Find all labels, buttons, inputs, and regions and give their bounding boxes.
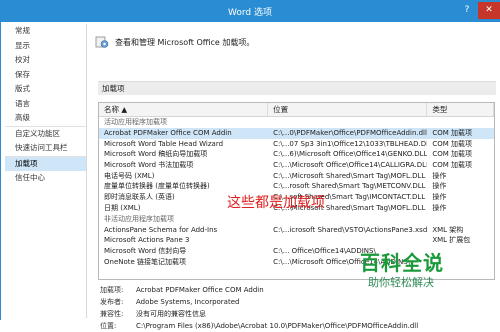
addin-location-cell bbox=[268, 235, 427, 246]
addin-name-cell: 电话号码 (XML) bbox=[104, 171, 155, 180]
detail-label: 加载项: bbox=[100, 286, 124, 294]
addin-name-cell: Microsoft Word 书法加载项 bbox=[104, 161, 194, 170]
addin-name-cell: Microsoft Word Table Head Wizard bbox=[104, 139, 224, 148]
nav-item[interactable]: 自定义功能区 bbox=[5, 125, 86, 142]
column-type-header[interactable]: 类型 bbox=[427, 103, 494, 116]
column-location-header[interactable]: 位置 bbox=[268, 103, 428, 116]
table-row[interactable]: Microsoft Word Table Head Wizard C:\...07… bbox=[99, 139, 494, 150]
nav-item[interactable]: 保存 bbox=[5, 68, 86, 83]
table-row[interactable]: Acrobat PDFMaker Office COM Addin C:\...0… bbox=[99, 128, 494, 139]
addin-name-cell: Acrobat PDFMaker Office COM Addin bbox=[104, 129, 232, 137]
addin-name-cell: OneNote 链接笔记加载项 bbox=[104, 257, 187, 266]
help-icon[interactable]: ? bbox=[458, 3, 476, 18]
column-name-header[interactable]: 名称 ▲ bbox=[99, 103, 269, 116]
detail-row: 发布者: Adobe Systems, Incorporated bbox=[98, 296, 496, 308]
nav-item[interactable]: 校对 bbox=[5, 53, 86, 68]
nav-item[interactable]: 常规 bbox=[5, 24, 86, 39]
addin-name-cell: ActionsPane Schema for Add-Ins bbox=[104, 225, 218, 234]
nav-item[interactable]: 显示 bbox=[5, 39, 86, 54]
nav-item[interactable]: 版式 bbox=[5, 82, 86, 97]
watermark-subtitle: 助你轻松解决 bbox=[368, 276, 434, 289]
table-row[interactable]: Microsoft Word 书法加载项 C:\...\Microsoft Off… bbox=[99, 160, 494, 171]
addin-name-cell: Microsoft Word 信封向导 bbox=[104, 246, 187, 255]
detail-row: 兼容性: 没有可用的兼容性信息 bbox=[98, 308, 496, 320]
addin-name-cell: 度量单位转换器 (度量单位转换器) bbox=[104, 182, 210, 191]
addin-type-cell: XML 扩展包 bbox=[432, 236, 471, 245]
detail-row: 加载项: Acrobat PDFMaker Office COM Addin bbox=[98, 284, 496, 296]
detail-value: Adobe Systems, Incorporated bbox=[136, 298, 240, 306]
addin-location-cell: C:\...icrosoft Shared\VSTO\ActionsPane3.… bbox=[273, 225, 428, 234]
window-title: Word 选项 bbox=[228, 8, 272, 18]
addin-location-cell: C:\...6)\Microsoft Office\Office14\GENKO… bbox=[273, 150, 428, 159]
addin-details: 加载项: Acrobat PDFMaker Office COM Addin 发布者… bbox=[98, 284, 496, 332]
nav-item[interactable]: 语言 bbox=[5, 97, 86, 112]
addin-location-cell: C:\...\Microsoft Office\Office14\CALLIGR… bbox=[273, 161, 428, 170]
addin-type-cell: COM 加载项 bbox=[432, 129, 472, 137]
detail-label: 位置: bbox=[100, 322, 117, 330]
nav-item[interactable]: 快速访问工具栏 bbox=[5, 141, 86, 156]
group-label: 非活动应用程序加载项 bbox=[104, 214, 174, 223]
nav-item[interactable]: 信任中心 bbox=[5, 171, 86, 186]
annotation-overlay: 这些都是加载项 bbox=[227, 195, 325, 211]
addin-location-cell: C:\...0\PDFMaker\Office\PDFMOfficeAddin.… bbox=[273, 129, 427, 137]
options-nav: 常规 显示 校对 保存 版式 语言 高级 自定义功能区 快速访问工具栏 加载项 信任中心 bbox=[5, 24, 87, 318]
addin-type-cell: 操作 bbox=[432, 193, 447, 202]
nav-item[interactable]: 加载项 bbox=[5, 155, 86, 171]
table-row[interactable]: Microsoft Word 稿纸向导加载项 C:\...6)\Microsoft… bbox=[99, 149, 494, 160]
detail-label: 兼容性: bbox=[100, 310, 124, 318]
group-label: 活动应用程序加载项 bbox=[104, 118, 167, 126]
addin-type-cell: COM 加载项 bbox=[432, 161, 472, 170]
addin-location-cell: C:\...07 Sp3 3in1\Office12\1033\TBLHEAD.… bbox=[273, 139, 428, 148]
table-header: 名称 ▲ 位置 类型 bbox=[99, 103, 494, 117]
addin-type-cell: XML 架构 bbox=[432, 225, 464, 234]
addin-type-cell: COM 加载项 bbox=[432, 150, 472, 159]
nav-item[interactable]: 高级 bbox=[5, 111, 86, 126]
addin-gear-icon bbox=[95, 36, 109, 48]
addin-location-cell: C:\...rosoft Shared\Smart Tag\METCONV.DL… bbox=[273, 182, 426, 191]
detail-value: C:\Program Files (x86)\Adobe\Acrobat 10.… bbox=[136, 322, 419, 330]
addin-name-cell: Microsoft Word 稿纸向导加载项 bbox=[104, 150, 208, 159]
detail-value: Acrobat PDFMaker Office COM Addin bbox=[136, 286, 264, 294]
addin-type-cell: COM 加载项 bbox=[432, 139, 472, 148]
detail-label: 发布者: bbox=[100, 298, 124, 306]
title-bar: Word 选项 ? ✕ bbox=[0, 0, 500, 22]
watermark-title: 百科全说 bbox=[360, 251, 444, 275]
addin-type-cell: 操作 bbox=[432, 171, 447, 180]
table-row[interactable]: 度量单位转换器 (度量单位转换器) C:\...rosoft Shared\Sma… bbox=[99, 181, 494, 192]
detail-value: 没有可用的兼容性信息 bbox=[136, 310, 206, 318]
section-header: 查看和管理 Microsoft Office 加载项。 bbox=[95, 32, 254, 52]
addin-location-cell: C:\...\Microsoft Shared\Smart Tag\MOFL.D… bbox=[273, 171, 426, 180]
header-text: 查看和管理 Microsoft Office 加载项。 bbox=[115, 37, 255, 47]
addin-type-cell: 操作 bbox=[432, 182, 447, 191]
table-row[interactable]: ActionsPane Schema for Add-Ins C:\...icro… bbox=[99, 225, 494, 236]
addin-type-cell: 操作 bbox=[432, 203, 447, 212]
addins-section-label: 加载项 bbox=[98, 81, 496, 95]
table-row[interactable]: Microsoft Actions Pane 3 XML 扩展包 bbox=[99, 235, 494, 246]
close-icon[interactable]: ✕ bbox=[478, 2, 500, 19]
detail-row: 位置: C:\Program Files (x86)\Adobe\Acrobat … bbox=[98, 320, 496, 332]
addin-name-cell: Microsoft Actions Pane 3 bbox=[104, 236, 190, 245]
table-row[interactable]: 电话号码 (XML) C:\...\Microsoft Shared\Smart … bbox=[99, 171, 494, 182]
